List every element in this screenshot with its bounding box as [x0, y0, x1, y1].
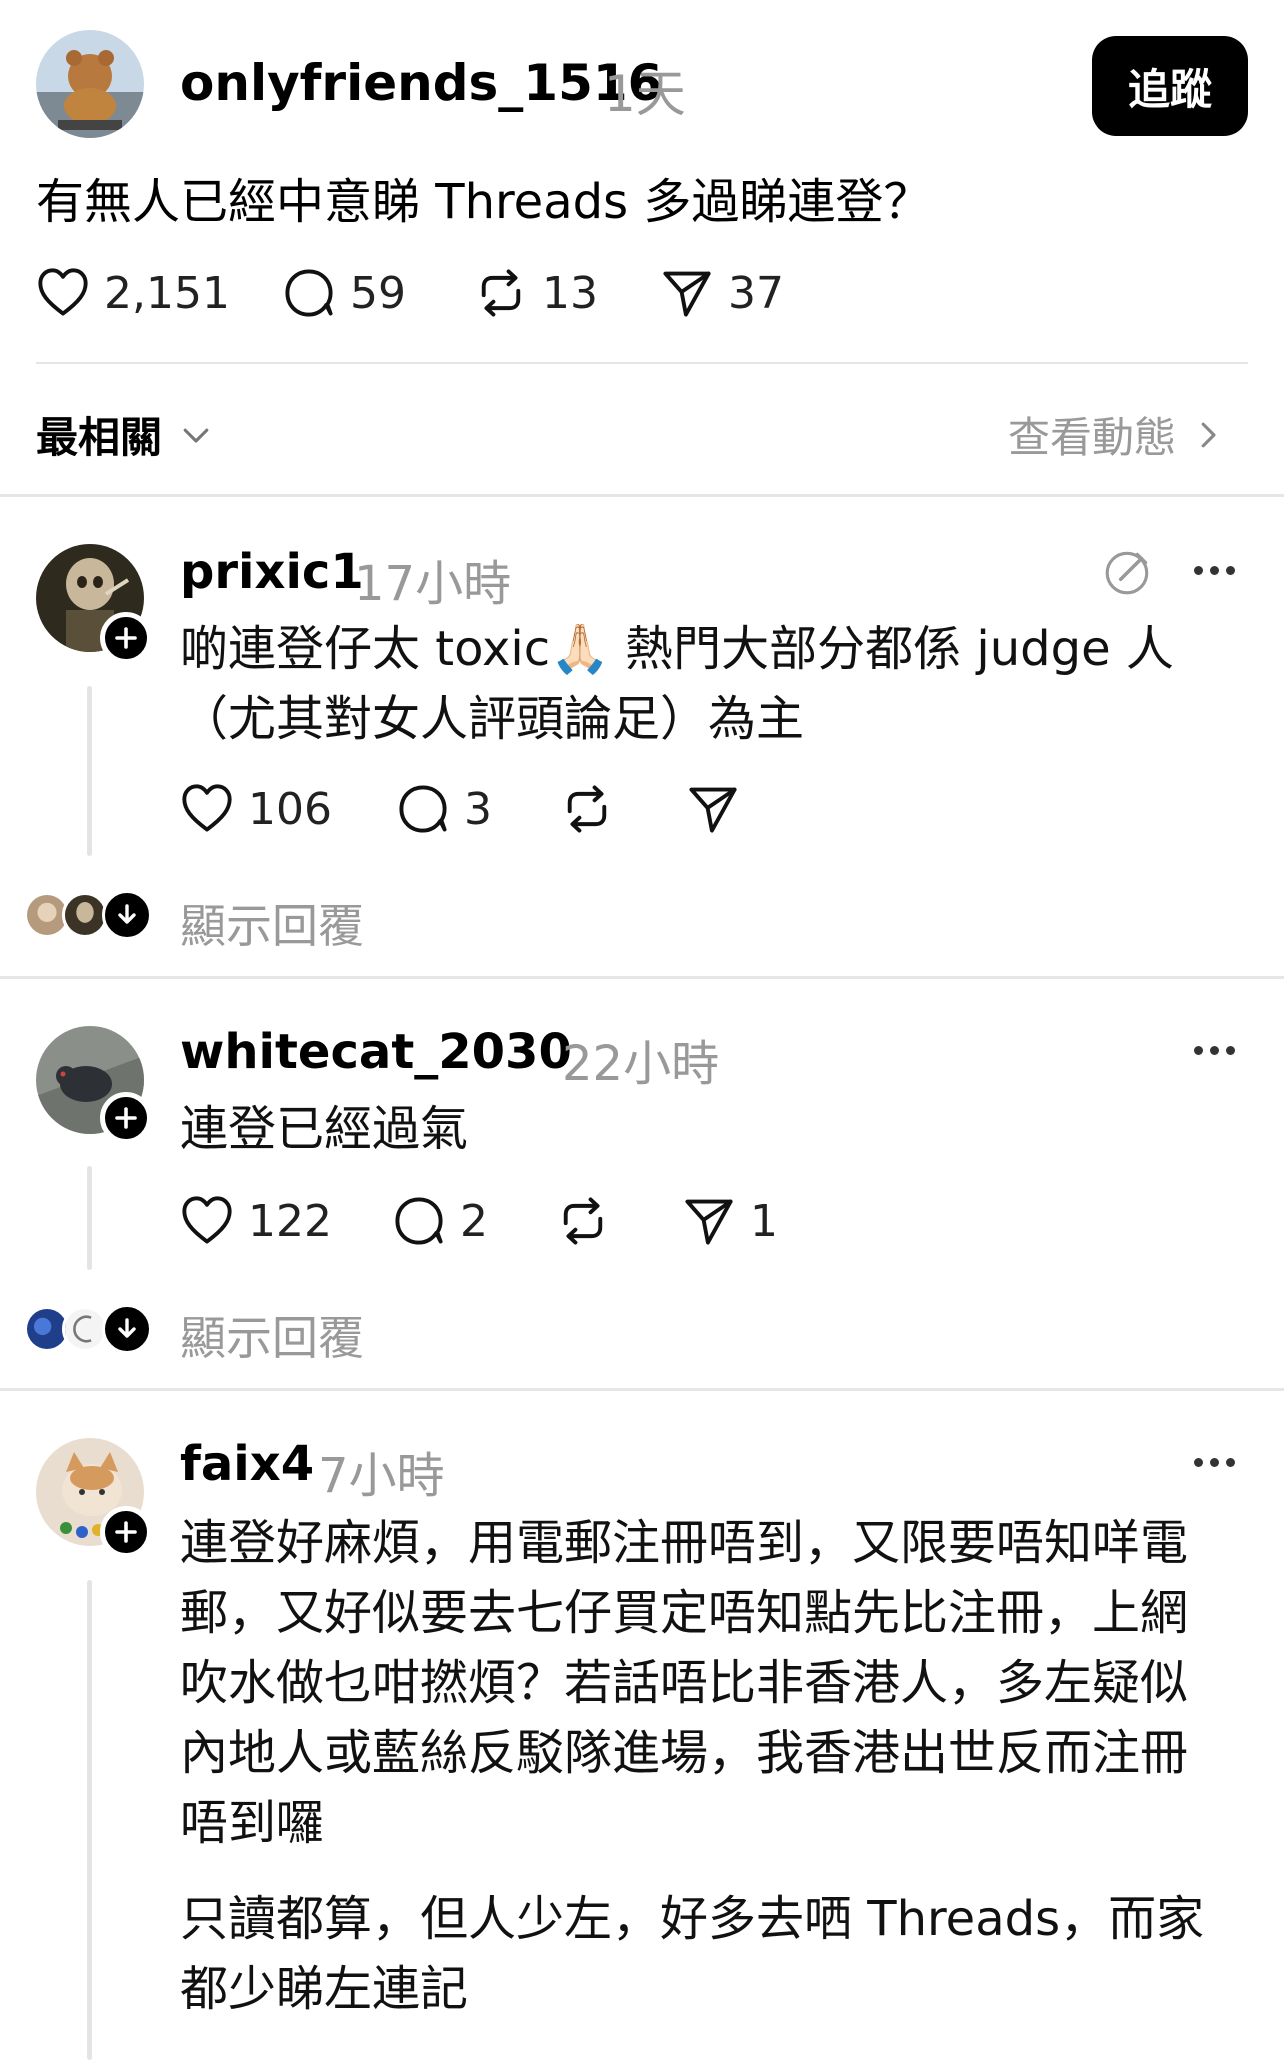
heart-icon — [36, 266, 90, 320]
share-button[interactable] — [686, 782, 740, 836]
view-activity-link[interactable]: 查看動態 — [1008, 404, 1226, 465]
edit-circle-icon[interactable] — [1102, 546, 1154, 598]
repost-icon — [560, 782, 614, 836]
op-avatar[interactable] — [36, 30, 144, 138]
divider — [36, 362, 1248, 364]
comment-button[interactable]: 2 — [392, 1194, 488, 1248]
plus-icon — [111, 1517, 141, 1547]
chevron-right-icon — [1201, 422, 1216, 447]
like-button[interactable]: 106 — [180, 782, 332, 836]
repost-button[interactable] — [560, 782, 614, 836]
comment-bubble-icon — [282, 266, 336, 320]
show-replies-link[interactable]: 顯示回覆 — [180, 890, 364, 956]
sort-label: 最相關 — [36, 413, 163, 462]
reply-username[interactable]: faix4 — [180, 1436, 314, 1492]
send-icon — [686, 782, 740, 836]
reply-text-part: 啲連登仔太 toxic — [180, 621, 551, 677]
heart-icon — [180, 782, 234, 836]
comment-count: 3 — [464, 783, 492, 835]
like-button[interactable]: 2,151 — [36, 266, 230, 320]
like-count: 106 — [248, 783, 332, 835]
expand-replies-badge[interactable] — [102, 1304, 152, 1354]
share-button[interactable]: 1 — [682, 1194, 778, 1248]
reply-text-line: 都少睇左連記 — [180, 1961, 469, 2017]
follow-button[interactable]: 追蹤 — [1092, 36, 1248, 136]
view-activity-label: 查看動態 — [1008, 413, 1177, 462]
expand-replies-badge[interactable] — [102, 890, 152, 940]
repost-count: 13 — [542, 267, 598, 319]
heart-icon — [180, 1194, 234, 1248]
like-count: 122 — [248, 1195, 332, 1247]
section-divider — [0, 1388, 1284, 1391]
reply-text-line: 連登好麻煩，用電郵注冊唔到，又限要唔知咩電 — [180, 1515, 1189, 1571]
like-button[interactable]: 122 — [180, 1194, 332, 1248]
comment-count: 2 — [460, 1195, 488, 1247]
reply-time: 22小時 — [562, 1036, 720, 1092]
reply-text-line: 吹水做乜咁撚煩？若話唔比非香港人，多左疑似 — [180, 1655, 1189, 1711]
plus-icon — [111, 623, 141, 653]
section-divider — [0, 494, 1284, 497]
reply-text-line: 唔到囉 — [180, 1795, 325, 1851]
reply-text: 連登好麻煩，用電郵注冊唔到，又限要唔知咩電 郵，又好似要去七仔買定唔知點先比注冊… — [180, 1508, 1260, 1858]
arrow-down-icon — [112, 1314, 142, 1344]
post-text: 有無人已經中意睇 Threads 多過睇連登？ — [36, 174, 932, 230]
reply-text-paragraph: 只讀都算，但人少左，好多去哂 Threads，而家 都少睇左連記 — [180, 1884, 1260, 2024]
reply-text-line: 郵，又好似要去七仔買定唔知點先比注冊，上網 — [180, 1585, 1189, 1641]
section-divider — [0, 976, 1284, 979]
repost-icon — [556, 1194, 610, 1248]
share-count: 1 — [750, 1195, 778, 1247]
follow-plus-badge[interactable] — [100, 612, 152, 664]
arrow-down-icon — [112, 900, 142, 930]
send-icon — [682, 1194, 736, 1248]
reply-text-part: 熱門大部分都係 judge 人 — [609, 621, 1174, 677]
follow-plus-badge[interactable] — [100, 1092, 152, 1144]
more-dots-icon[interactable] — [1194, 1458, 1235, 1467]
op-username[interactable]: onlyfriends_1516 — [180, 54, 662, 112]
repost-button[interactable]: 13 — [474, 266, 598, 320]
share-button[interactable]: 37 — [660, 266, 784, 320]
reply-text-line: 只讀都算，但人少左，好多去哂 Threads，而家 — [180, 1891, 1205, 1947]
repost-button[interactable] — [556, 1194, 610, 1248]
sort-dropdown[interactable]: 最相關 — [36, 404, 214, 465]
reply-text-line: 內地人或藍絲反駁隊進場，我香港出世反而注冊 — [180, 1725, 1189, 1781]
more-dots-icon[interactable] — [1194, 1046, 1235, 1055]
thread-line — [87, 1166, 92, 1270]
reply-time: 17小時 — [354, 556, 512, 612]
send-icon — [660, 266, 714, 320]
praying-hands-emoji: 🙏🏻 — [550, 621, 610, 677]
reply-text: 連登已經過氣 — [180, 1101, 469, 1157]
more-dots-icon[interactable] — [1194, 566, 1235, 575]
show-replies-link[interactable]: 顯示回覆 — [180, 1302, 364, 1368]
reply-username[interactable]: whitecat_2030 — [180, 1024, 572, 1080]
comment-bubble-icon — [392, 1194, 446, 1248]
plus-icon — [111, 1103, 141, 1133]
op-time: 1天 — [604, 65, 686, 123]
comment-count: 59 — [350, 267, 406, 319]
comment-button[interactable]: 59 — [282, 266, 406, 320]
reply-username[interactable]: prixic1 — [180, 544, 364, 600]
thread-line — [87, 686, 92, 856]
reply-time: 7小時 — [318, 1448, 445, 1504]
thread-line — [87, 1580, 92, 2060]
repost-icon — [474, 266, 528, 320]
comment-bubble-icon — [396, 782, 450, 836]
chevron-down-icon — [183, 428, 209, 443]
comment-button[interactable]: 3 — [396, 782, 492, 836]
reply-text: 啲連登仔太 toxic🙏🏻 熱門大部分都係 judge 人 （尤其對女人評頭論足… — [180, 614, 1250, 754]
reply-text-line: （尤其對女人評頭論足）為主 — [180, 691, 805, 747]
like-count: 2,151 — [104, 267, 230, 319]
follow-plus-badge[interactable] — [100, 1506, 152, 1558]
reply-text-line: 啲連登仔太 toxic🙏🏻 熱門大部分都係 judge 人 — [180, 614, 1250, 684]
share-count: 37 — [728, 267, 784, 319]
